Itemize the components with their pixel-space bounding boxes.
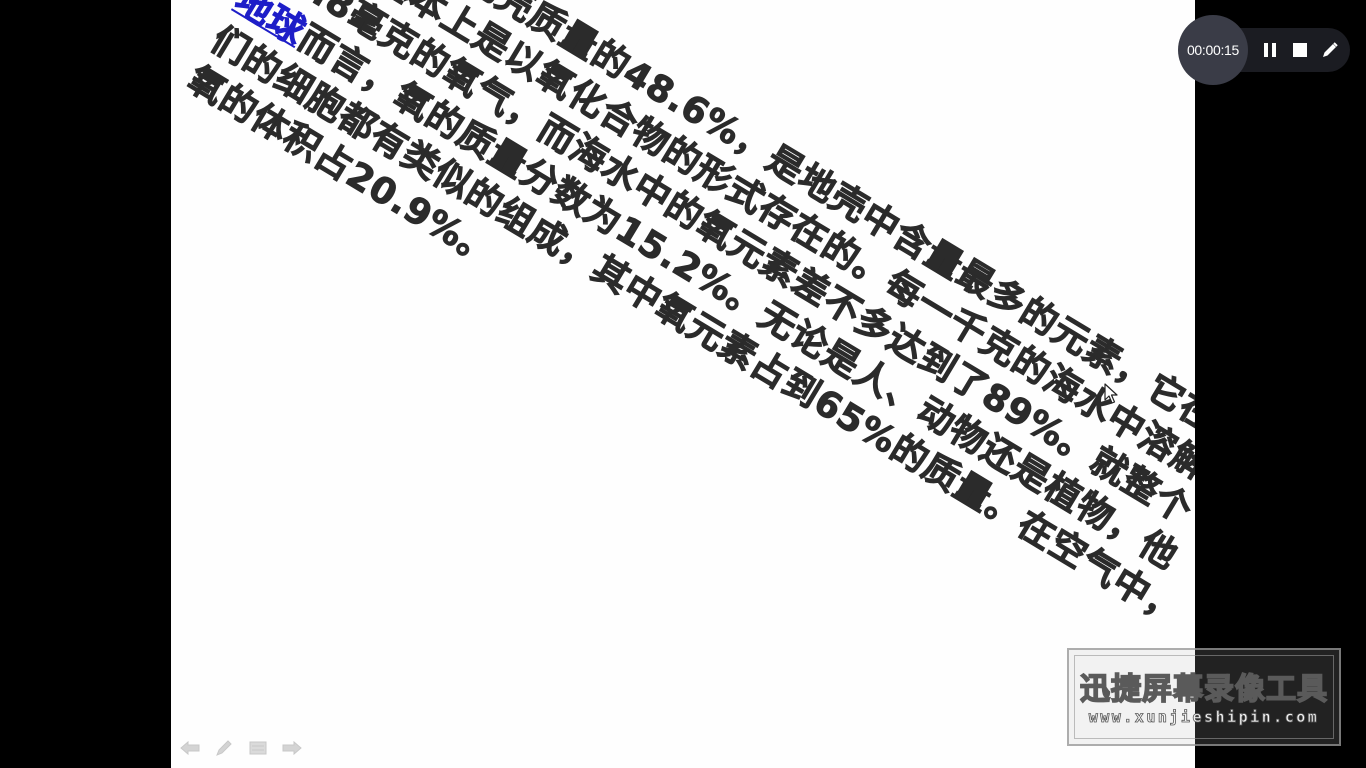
stop-button[interactable] [1291, 41, 1309, 59]
slide-navigation [179, 738, 303, 758]
presentation-slide[interactable]: 元素占整个地壳质量的48.6%，是地壳中含量最多的元素，它在 地壳中基本上是以氧… [171, 0, 1195, 768]
previous-slide-button[interactable] [179, 738, 201, 758]
recorder-toolbar: 00:00:15 [1178, 15, 1353, 85]
recorder-watermark: 迅捷屏幕录像工具 www.xunjieshipin.com [1067, 648, 1341, 746]
pause-button[interactable] [1261, 41, 1279, 59]
next-slide-button[interactable] [281, 738, 303, 758]
watermark-title: 迅捷屏幕录像工具 [1079, 671, 1328, 708]
watermark-url: www.xunjieshipin.com [1088, 708, 1320, 727]
slide-paragraph: 元素占整个地壳质量的48.6%，是地壳中含量最多的元素，它在 地壳中基本上是以氧… [179, 0, 1195, 673]
recording-timer: 00:00:15 [1178, 15, 1248, 85]
menu-icon [249, 741, 267, 755]
pause-icon [1264, 43, 1276, 57]
mouse-cursor-icon [1104, 383, 1118, 404]
pen-icon [216, 740, 232, 756]
stop-icon [1293, 43, 1307, 57]
pen-tool-button[interactable] [213, 738, 235, 758]
annotate-button[interactable] [1321, 41, 1339, 59]
pencil-icon [1323, 42, 1338, 57]
slide-menu-button[interactable] [247, 738, 269, 758]
arrow-left-icon [180, 740, 200, 756]
screen: 元素占整个地壳质量的48.6%，是地壳中含量最多的元素，它在 地壳中基本上是以氧… [0, 0, 1366, 768]
arrow-right-icon [282, 740, 302, 756]
